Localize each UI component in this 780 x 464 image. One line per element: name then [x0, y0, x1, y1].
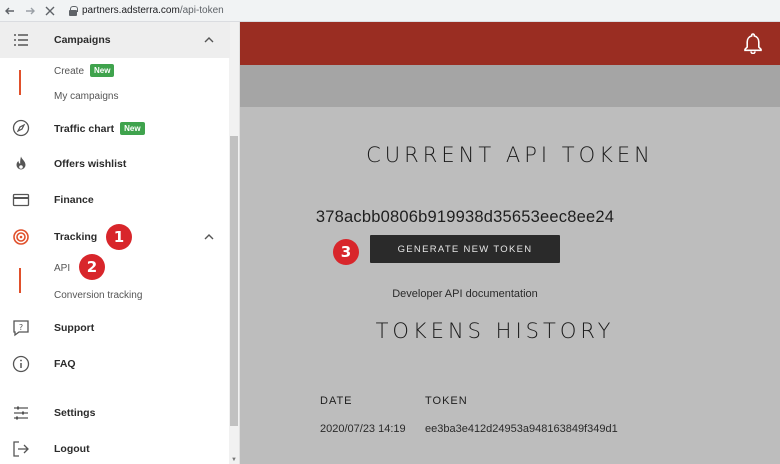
url-domain: partners.adsterra.com [82, 5, 180, 16]
sliders-icon [14, 406, 28, 420]
credit-card-icon [12, 193, 30, 207]
browser-toolbar: partners.adsterra.com/api-token [0, 0, 780, 22]
step-marker-1: 1 [106, 224, 132, 250]
tokens-history-title: TOKENS HISTORY [375, 319, 615, 343]
svg-text:?: ? [19, 323, 23, 332]
sidebar-item-finance[interactable]: Finance [0, 182, 230, 218]
sidebar-subitem-create[interactable]: Create New [54, 64, 115, 77]
url-path: /api-token [179, 5, 224, 16]
arrow-left-icon[interactable] [0, 1, 20, 21]
sidebar-item-label: Logout [54, 443, 90, 455]
sidebar-item-offers-wishlist[interactable]: Offers wishlist [0, 146, 230, 182]
step-marker-3: 3 [333, 239, 359, 265]
list-icon [14, 34, 28, 46]
history-header-date: DATE [320, 395, 353, 407]
sidebar-item-label: Settings [54, 407, 96, 419]
compass-icon [12, 119, 30, 137]
traffic-chart-label: Traffic chart [54, 122, 115, 135]
history-header-token: TOKEN [425, 395, 468, 407]
sidebar-item-traffic-chart[interactable]: Traffic chart New [0, 110, 230, 146]
target-icon [13, 229, 29, 245]
sidebar-item-faq[interactable]: FAQ [0, 346, 230, 382]
active-indicator [19, 268, 21, 293]
sidebar-subitem-api[interactable]: API [54, 263, 70, 274]
close-icon[interactable] [40, 1, 60, 21]
history-row-token: ee3ba3e412d24953a948163849f349d1 [425, 423, 618, 435]
scroll-down-arrow-icon[interactable]: ▼ [231, 457, 237, 463]
help-chat-icon: ? [13, 320, 29, 337]
sidebar-item-label: FAQ [54, 358, 76, 370]
sidebar-item-label: Offers wishlist [54, 158, 127, 170]
info-icon [12, 355, 30, 373]
new-badge: New [120, 121, 145, 135]
address-bar[interactable]: partners.adsterra.com/api-token [68, 2, 780, 20]
sidebar-scrollbar[interactable]: ▼ [229, 22, 239, 464]
current-token-title: CURRENT API TOKEN [366, 143, 654, 167]
sidebar-item-settings[interactable]: Settings [0, 395, 230, 431]
sidebar-item-label: Traffic chart New [54, 121, 145, 135]
step-marker-2: 2 [79, 254, 105, 280]
sidebar-item-logout[interactable]: Logout [0, 431, 230, 464]
lock-icon [68, 5, 78, 16]
sidebar-subitem-my-campaigns[interactable]: My campaigns [54, 91, 118, 102]
generate-token-button[interactable]: GENERATE NEW TOKEN [370, 235, 560, 263]
sidebar-subitem-label: Create [54, 66, 85, 77]
scrollbar-thumb[interactable] [230, 136, 238, 426]
sidebar-item-label: Campaigns [54, 34, 111, 46]
sidebar-subitem-conversion-tracking[interactable]: Conversion tracking [54, 290, 142, 301]
sidebar-item-label: Support [54, 322, 95, 334]
active-indicator [19, 70, 21, 95]
bell-icon[interactable] [742, 32, 764, 54]
api-docs-link[interactable]: Developer API documentation [240, 288, 690, 300]
history-row-date: 2020/07/23 14:19 [320, 423, 406, 435]
sidebar-item-label: Tracking [54, 231, 98, 243]
api-token-panel: CURRENT API TOKEN 378acbb0806b919938d356… [240, 107, 780, 464]
sidebar-item-campaigns[interactable]: Campaigns [0, 22, 230, 58]
api-token-value: 378acbb0806b919938d35653eec8ee24 [315, 208, 615, 226]
new-badge: New [90, 64, 115, 77]
flame-icon [16, 156, 26, 170]
arrow-right-icon[interactable] [20, 1, 40, 21]
logout-icon [13, 441, 29, 457]
chevron-up-icon[interactable] [204, 35, 214, 45]
sidebar-item-support[interactable]: ? Support [0, 310, 230, 346]
chevron-up-icon[interactable] [204, 232, 214, 242]
sidebar-item-label: Finance [54, 194, 94, 206]
